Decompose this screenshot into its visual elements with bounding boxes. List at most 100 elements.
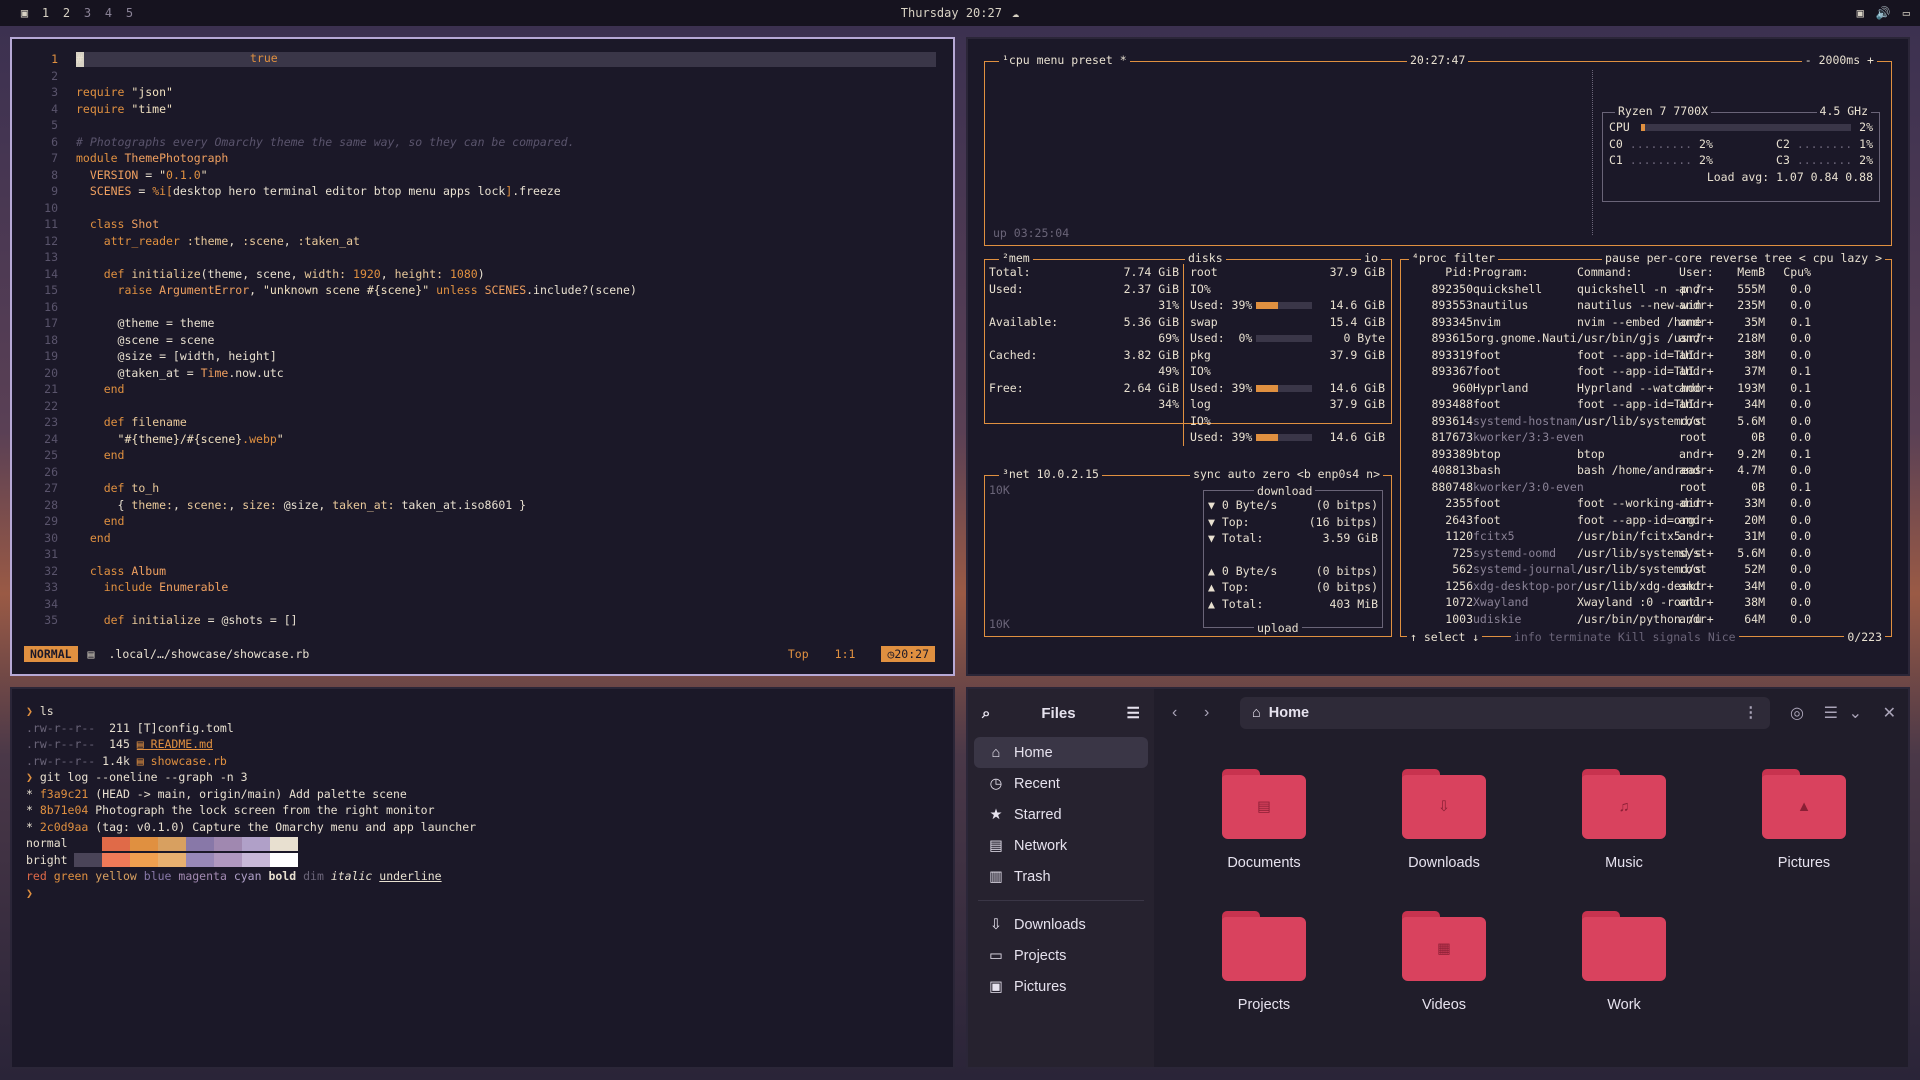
line-number: 18 [44,332,58,347]
location-bar[interactable]: ⌂ Home ⋮ [1240,697,1770,729]
cpu-menu-button[interactable]: menu [1037,53,1065,67]
process-row[interactable]: 893389 btop btop andr+ 9.2M 0.1 [1407,446,1885,463]
volume-icon[interactable]: 🔊 [1876,6,1891,20]
cpu-preset-button[interactable]: preset * [1071,53,1126,67]
file-icon: ▤ [87,647,95,661]
folder-pictures[interactable]: ▲ Pictures [1714,769,1894,871]
cursor-position: 1:1 [834,647,856,661]
folder-documents[interactable]: ▤ Documents [1174,769,1354,871]
btop-window[interactable]: ¹cpu menu preset * 20:27:47 - 2000ms + u… [966,37,1910,676]
more-icon[interactable]: ⋮ [1744,705,1759,721]
net-box: ³net 10.0.2.15 sync auto zero <b enp0s4 … [984,466,1392,637]
workspace-2[interactable]: 2 [56,6,77,20]
process-row[interactable]: 893367 foot foot --app-id=TUI. andr+ 37M 0.1 [1407,363,1885,380]
weather-icon: ☁ [1011,6,1020,20]
workspace-3[interactable]: 3 [77,6,98,20]
line-number: 12 [44,233,58,248]
process-row[interactable]: 2355 foot foot --working-dir andr+ 33M 0.0 [1407,495,1885,512]
files-title: Files [1041,704,1076,722]
download-icon: ⇩ [1402,775,1486,839]
image-icon: ▣ [989,978,1003,995]
line-number: 25 [44,448,58,462]
process-row[interactable]: 817673 kworker/3:3-even root 0B 0.0 [1407,429,1885,446]
cpu-core-panel: Ryzen 7 7700X 4.5 GHz CPU 2% C0 ........… [1602,103,1880,202]
line-number: 33 [44,580,58,594]
proc-count: 0/223 [1844,628,1885,645]
workspace-4[interactable]: 4 [98,6,119,20]
display-icon[interactable]: ▭ [1903,6,1910,20]
terminal-output[interactable]: ❯ ls .rw-r--r-- 211 [T]config.toml .rw-r… [26,703,476,901]
process-row[interactable]: 893319 foot foot --app-id=TUI. andr+ 38M 0.0 [1407,347,1885,364]
cpu-graph-divider [1592,70,1593,235]
terminal-window[interactable]: ❯ ls .rw-r--r-- 211 [T]config.toml .rw-r… [10,687,955,1069]
top-bar: ▣ 1 2 3 4 5 Thursday 20:27 ☁ ▣ 🔊 ▭ [0,0,1920,26]
app-launcher-icon[interactable]: ▣ [14,6,35,20]
folder-work[interactable]: Work [1534,911,1714,1013]
line-number: 27 [44,481,58,495]
process-row[interactable]: 893488 foot foot --app-id=TUI. andr+ 34M 0.0 [1407,396,1885,413]
search-icon[interactable]: ⌕ [982,705,990,722]
screen-record-icon[interactable]: ▣ [1857,6,1864,20]
process-row[interactable]: 2643 foot foot --app-id=org. andr+ 20M 0.0 [1407,512,1885,529]
sidebar-item-network[interactable]: ▤ Network [974,830,1148,861]
sidebar-item-pictures[interactable]: ▣ Pictures [974,971,1148,1002]
files-window[interactable]: ⌕ Files ☰ ⌂ Home ◷ Recent ★ Starred ▤ Networ… [966,687,1910,1069]
process-row[interactable]: 1072 Xwayland Xwayland :0 -rootl andr+ 38M 0.… [1407,594,1885,611]
chevron-down-icon[interactable]: ⌄ [1849,703,1862,723]
list-view-icon[interactable]: ☰ [1824,703,1838,723]
back-icon[interactable]: ‹ [1172,704,1177,722]
line-number: 6 [51,134,58,149]
process-row[interactable]: 562 systemd-journal/usr/lib/systemd/s root… [1407,561,1885,578]
net-scale-bottom: 10K [989,616,1010,631]
folder-downloads[interactable]: ⇩ Downloads [1354,769,1534,871]
workspace-1[interactable]: 1 [35,6,56,20]
workspace-5[interactable]: 5 [119,6,140,20]
clock-text: Thursday 20:27 [900,6,1002,20]
process-row[interactable]: 1256 xdg-desktop-por/usr/lib/xdg-deskt and… [1407,578,1885,595]
sidebar-item-recent[interactable]: ◷ Recent [974,768,1148,799]
process-row[interactable]: 880748 kworker/3:0-even root 0B 0.1 [1407,479,1885,496]
screenshot-icon[interactable]: ◎ [1790,703,1804,723]
sidebar-item-home[interactable]: ⌂ Home [974,737,1148,768]
menu-icon[interactable]: ☰ [1127,704,1140,722]
proc-actions[interactable]: info terminate Kill signals Nice [1511,628,1739,645]
process-row[interactable]: 1120 fcitx5/usr/bin/fcitx5 -- andr+ 31M 0.0 [1407,528,1885,545]
download-icon: ⇩ [989,916,1003,933]
sidebar-item-starred[interactable]: ★ Starred [974,799,1148,830]
process-row[interactable]: 893553 nautilus nautilus --new-win andr+ 235… [1407,297,1885,314]
mem-box: ²mem disks io Total: 7.74 GiB Used: 2.37 G… [984,250,1392,446]
line-number: 1 [51,52,58,66]
process-row[interactable]: 1003 udiskie/usr/bin/python /u andr+ 64M 0.0 [1407,611,1885,628]
folder-videos[interactable]: ▦ Videos [1354,911,1534,1013]
proc-filter[interactable]: filter [1454,251,1496,265]
line-number: 34 [44,596,58,611]
cpu-total-pct: 2% [1859,120,1873,134]
process-list[interactable]: Pid: Program: Command: User: MemB Cpu% 892350 q… [1407,264,1885,627]
process-row[interactable]: 892350 quickshell quickshell -n -p / andr+ 5… [1407,281,1885,298]
process-row[interactable]: 725 systemd-oomd/usr/lib/systemd/s syst+ 5.… [1407,545,1885,562]
folder-music[interactable]: ♫ Music [1534,769,1714,871]
close-icon[interactable]: ✕ [1883,703,1896,723]
editor-window[interactable]: 1 2 3 4 5 6 7 8 9 10 11 12 13 14 15 16 17 18 19 20 21 22 23 24 2… [10,37,955,676]
network-icon: ▤ [989,837,1003,854]
process-row[interactable]: 893345 nvim nvim --embed /home andr+ 35M 0.1 [1407,314,1885,331]
net-options[interactable]: sync auto zero <b enp0s4 n> [1190,466,1383,483]
process-row[interactable]: 408813 bash bash /home/andreas andr+ 4.7M 0.0 [1407,462,1885,479]
code-buffer[interactable]: # require "json" require "time" # Photog… [76,51,933,629]
sidebar-item-trash[interactable]: ▥ Trash [974,861,1148,892]
process-row[interactable]: 960 Hyprland Hyprland --watchdo andr+ 193M 0.… [1407,380,1885,397]
sidebar-item-downloads[interactable]: ⇩ Downloads [974,909,1148,940]
proc-select[interactable]: ↑ select ↓ [1407,628,1483,645]
process-row[interactable]: 893614 systemd-hostnam/usr/lib/systemd/s r… [1407,413,1885,430]
line-number: 21 [44,382,58,396]
document-icon: ▤ [1222,775,1306,839]
folder-projects[interactable]: Projects [1174,911,1354,1013]
mode-indicator: NORMAL [24,646,78,662]
forward-icon[interactable]: › [1204,704,1209,722]
line-number: 26 [44,464,58,479]
line-number: 10 [44,200,58,215]
clock[interactable]: Thursday 20:27 ☁ [901,6,1019,20]
sidebar-item-projects[interactable]: ▭ Projects [974,940,1148,971]
update-rate[interactable]: - 2000ms + [1801,52,1877,69]
process-row[interactable]: 893615 org.gnome.Nauti/usr/bin/gjs /usr/a… [1407,330,1885,347]
